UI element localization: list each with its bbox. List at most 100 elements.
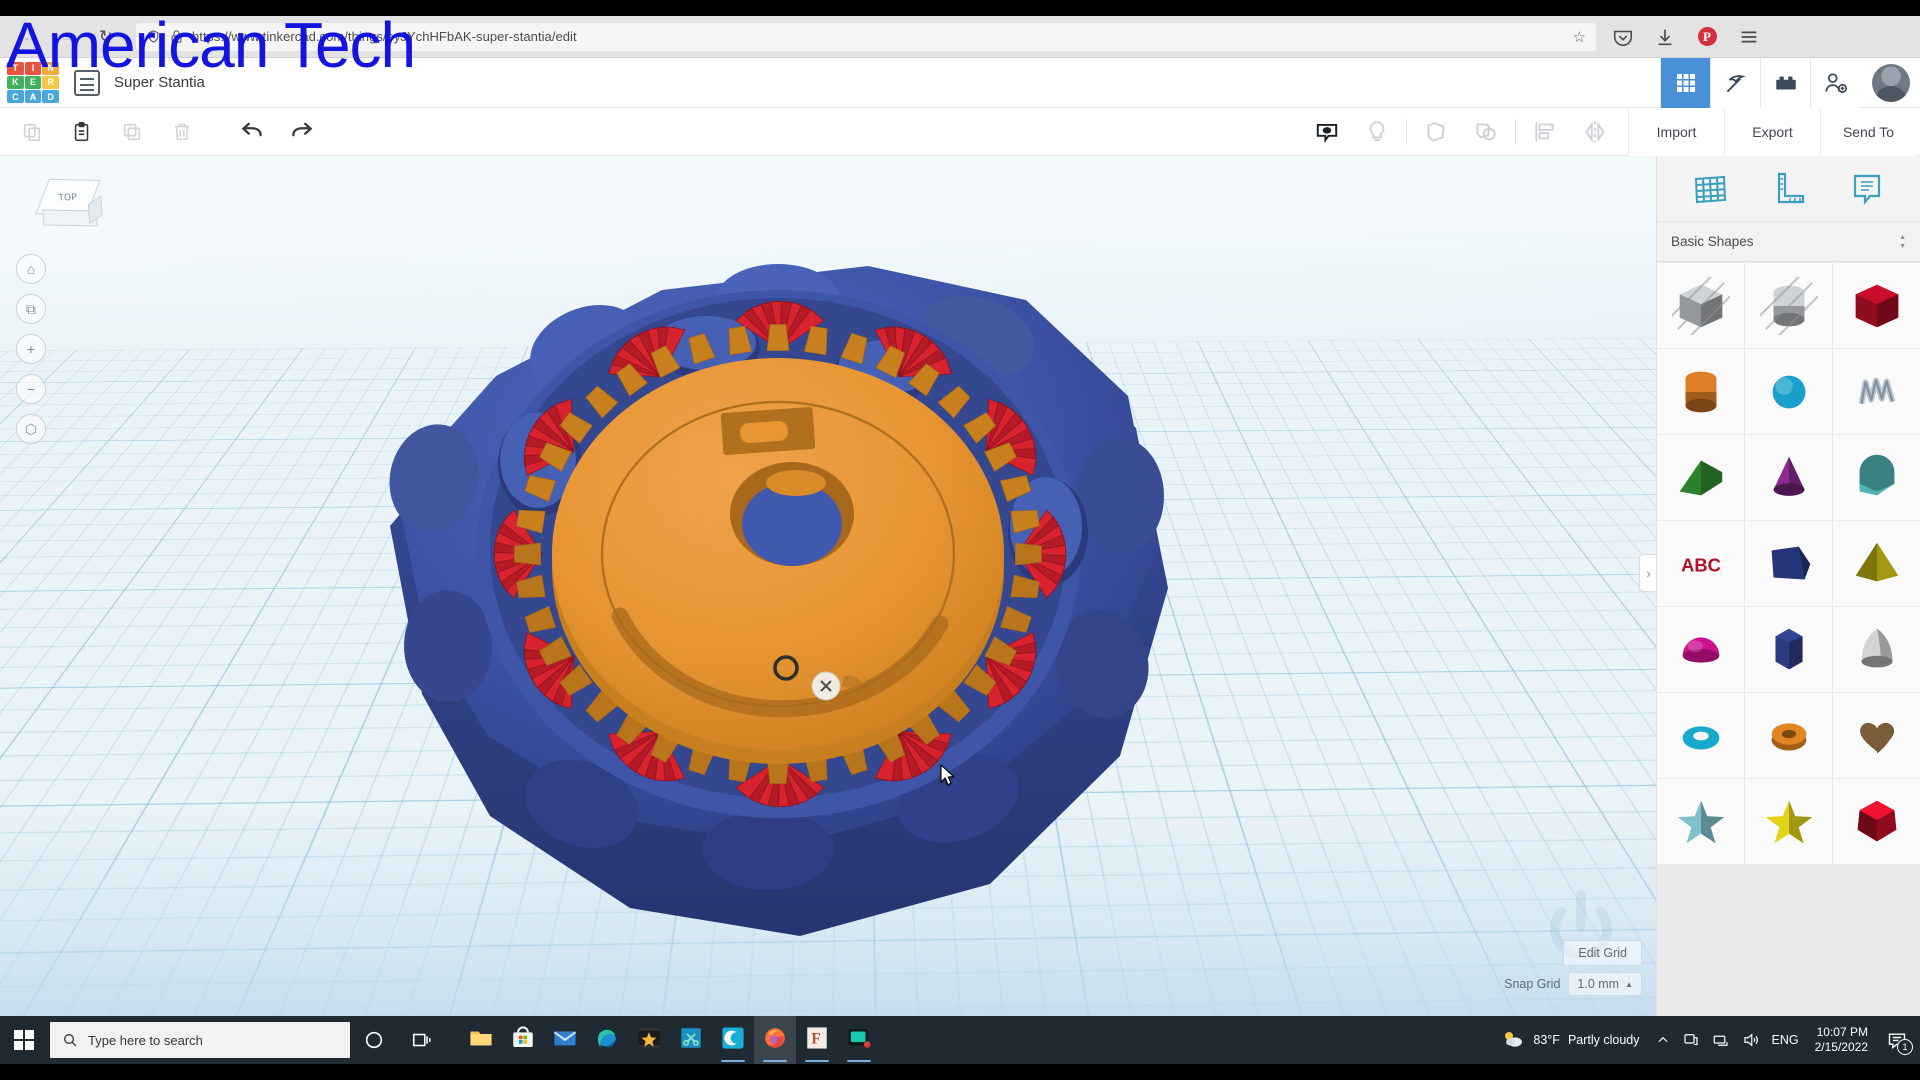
shape-note-button[interactable] <box>1411 112 1461 152</box>
send-to-button[interactable]: Send To <box>1820 107 1916 156</box>
shape-text[interactable]: ABC <box>1657 521 1744 606</box>
notes-tool[interactable] <box>1844 166 1890 212</box>
taskbar-camtasia[interactable] <box>712 1016 754 1064</box>
shape-category-select[interactable]: Basic Shapes ▲ ▼ <box>1657 222 1920 262</box>
home-view-button[interactable]: ⌂ <box>16 254 46 284</box>
shape-tube[interactable] <box>1745 693 1832 778</box>
invite-people-button[interactable] <box>1810 57 1860 108</box>
mirror-button[interactable] <box>1570 112 1620 152</box>
show-hide-button[interactable] <box>1302 112 1352 152</box>
tinkercad-logo[interactable]: TIN KER CAD <box>4 59 62 107</box>
tray-volume-button[interactable] <box>1736 1016 1766 1064</box>
shape-scribble[interactable] <box>1833 349 1920 434</box>
language-indicator[interactable]: ENG <box>1766 1016 1805 1064</box>
start-button[interactable] <box>0 1016 48 1064</box>
shape-roof[interactable] <box>1657 435 1744 520</box>
shape-torus[interactable] <box>1657 693 1744 778</box>
group-button[interactable] <box>1461 112 1511 152</box>
network-icon <box>1713 1035 1728 1046</box>
taskbar-search[interactable]: Type here to search <box>50 1022 350 1058</box>
pocket-icon[interactable] <box>1612 26 1634 48</box>
shape-hex-prism[interactable] <box>1745 607 1832 692</box>
taskbar-microsoft-store[interactable] <box>502 1016 544 1064</box>
shape-half-sphere[interactable] <box>1657 607 1744 692</box>
file-explorer-icon <box>468 1025 494 1056</box>
taskbar-screen-app[interactable] <box>838 1016 880 1064</box>
taskbar-mail[interactable] <box>544 1016 586 1064</box>
snap-grid-select[interactable]: 1.0 mm ▲ <box>1568 972 1642 996</box>
shape-cylinder[interactable] <box>1657 349 1744 434</box>
task-view-button[interactable] <box>398 1016 446 1064</box>
3d-viewport[interactable]: TOP ⌂ ⧉ + − ⬡ Edit Grid Snap Grid 1.0 mm… <box>0 156 1656 1016</box>
shape-polygon[interactable] <box>1745 521 1832 606</box>
logo-letter-e: E <box>24 75 42 90</box>
taskbar-blue-app[interactable] <box>670 1016 712 1064</box>
view-cube[interactable]: TOP <box>35 177 103 238</box>
task-view-icon <box>412 1033 431 1047</box>
workplane-tool[interactable] <box>1687 166 1733 212</box>
edit-tools-group <box>0 112 322 152</box>
ruler-tool[interactable] <box>1765 166 1811 212</box>
paste-button[interactable] <box>62 112 102 152</box>
copy-button[interactable] <box>12 112 52 152</box>
shape-cone[interactable] <box>1745 435 1832 520</box>
taskbar-file-explorer[interactable] <box>460 1016 502 1064</box>
blocks-codeblocks-button[interactable] <box>1710 57 1760 108</box>
tray-devices-button[interactable] <box>1676 1016 1706 1064</box>
taskbar-f-app[interactable]: F <box>796 1016 838 1064</box>
user-avatar[interactable] <box>1872 63 1910 102</box>
pyramid-thumbnail <box>1855 542 1898 581</box>
pinterest-icon[interactable]: P <box>1696 26 1718 48</box>
shape-round-roof[interactable] <box>1833 435 1920 520</box>
shape-star-yellow[interactable] <box>1745 779 1832 864</box>
export-button[interactable]: Export <box>1724 107 1820 156</box>
shape-cylinder-hole[interactable] <box>1745 263 1832 348</box>
redo-button[interactable] <box>282 112 322 152</box>
brick-view-button[interactable] <box>1760 57 1810 108</box>
taskbar-edge[interactable] <box>586 1016 628 1064</box>
address-bar[interactable]: https://www.tinkercad.com/things/eyJYchH… <box>136 22 1596 51</box>
browser-extension-icons: P <box>1612 26 1778 48</box>
torus-thumbnail <box>1682 725 1719 750</box>
panel-collapse-button[interactable]: › <box>1639 554 1656 592</box>
cortana-button[interactable] <box>350 1016 398 1064</box>
shape-category-label: Basic Shapes <box>1671 234 1754 249</box>
import-button[interactable]: Import <box>1628 107 1724 156</box>
shape-pyramid[interactable] <box>1833 521 1920 606</box>
shape-paraboloid[interactable] <box>1833 607 1920 692</box>
hamburger-menu-icon[interactable] <box>1738 26 1760 48</box>
undo-button[interactable] <box>232 112 272 152</box>
perspective-toggle-button[interactable]: ⬡ <box>16 414 46 444</box>
zoom-in-button[interactable]: + <box>16 334 46 364</box>
gear-assembly-model[interactable] <box>330 196 1230 986</box>
zoom-out-button[interactable]: − <box>16 374 46 404</box>
tray-network-button[interactable] <box>1706 1016 1736 1064</box>
fit-view-button[interactable]: ⧉ <box>16 294 46 324</box>
back-arrow-icon[interactable]: ← <box>18 25 42 49</box>
shape-polyhedron[interactable] <box>1833 779 1920 864</box>
light-button[interactable] <box>1352 112 1402 152</box>
download-icon[interactable] <box>1654 26 1676 48</box>
reload-icon[interactable]: ↻ <box>94 25 118 49</box>
weather-widget[interactable]: 83°F Partly cloudy <box>1491 1016 1649 1064</box>
cylinder-hole-thumbnail <box>1759 276 1818 335</box>
taskbar-firefox[interactable] <box>754 1016 796 1064</box>
notification-center-button[interactable]: 1 <box>1878 1016 1916 1064</box>
project-name[interactable]: Super Stantia <box>114 74 205 91</box>
taskbar-clock[interactable]: 10:07 PM 2/15/2022 <box>1805 1025 1878 1055</box>
shape-box-hole[interactable] <box>1657 263 1744 348</box>
document-icon[interactable] <box>74 69 100 96</box>
tray-chevron-button[interactable] <box>1650 1016 1676 1064</box>
duplicate-button[interactable] <box>112 112 152 152</box>
shape-sphere[interactable] <box>1745 349 1832 434</box>
shape-star-5[interactable] <box>1657 779 1744 864</box>
taskbar-video-editor[interactable] <box>628 1016 670 1064</box>
design-view-button[interactable] <box>1660 57 1710 108</box>
edit-grid-button[interactable]: Edit Grid <box>1563 940 1642 966</box>
align-button[interactable] <box>1520 112 1570 152</box>
shape-box[interactable] <box>1833 263 1920 348</box>
star-icon[interactable]: ☆ <box>1573 28 1586 46</box>
shape-heart[interactable] <box>1833 693 1920 778</box>
forward-arrow-icon[interactable]: → <box>56 25 80 49</box>
delete-button[interactable] <box>162 112 202 152</box>
